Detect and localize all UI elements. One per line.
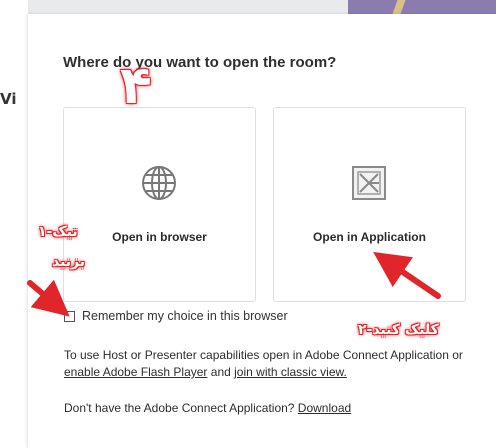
download-prompt: Don't have the Adobe Connect Application… — [64, 401, 298, 415]
download-row: Don't have the Adobe Connect Application… — [64, 401, 351, 415]
remember-choice-label: Remember my choice in this browser — [82, 309, 288, 323]
download-link[interactable]: Download — [298, 401, 351, 415]
dialog-title: Where do you want to open the room? — [63, 54, 337, 71]
host-presenter-info: To use Host or Presenter capabilities op… — [64, 347, 464, 381]
open-in-application-option[interactable]: Open in Application — [273, 107, 466, 302]
info-text-prefix: To use Host or Presenter capabilities op… — [64, 348, 463, 362]
remember-choice-row[interactable]: Remember my choice in this browser — [64, 309, 288, 323]
annotation-step2: ۲-کلیک کنید — [358, 322, 439, 338]
annotation-step-number: ۴ — [120, 56, 152, 116]
top-background-band — [348, 0, 496, 14]
annotation-step1-line1: ۱-تیک — [38, 224, 78, 240]
annotation-step1-line2: بزنید — [52, 254, 86, 270]
open-in-browser-label: Open in browser — [112, 230, 207, 244]
open-in-browser-option[interactable]: Open in browser — [63, 107, 256, 302]
background-partial-text: Vi — [0, 90, 17, 108]
adobe-connect-app-icon — [352, 166, 386, 200]
join-classic-view-link[interactable]: join with classic view. — [234, 365, 347, 379]
open-room-dialog: Where do you want to open the room? Open… — [28, 14, 496, 448]
open-in-application-label: Open in Application — [313, 230, 426, 244]
info-text-middle: and — [207, 365, 235, 379]
enable-flash-link[interactable]: enable Adobe Flash Player — [64, 365, 207, 379]
remember-choice-checkbox[interactable] — [64, 310, 75, 322]
globe-icon — [142, 166, 176, 200]
background-page: Vi — [0, 0, 28, 448]
